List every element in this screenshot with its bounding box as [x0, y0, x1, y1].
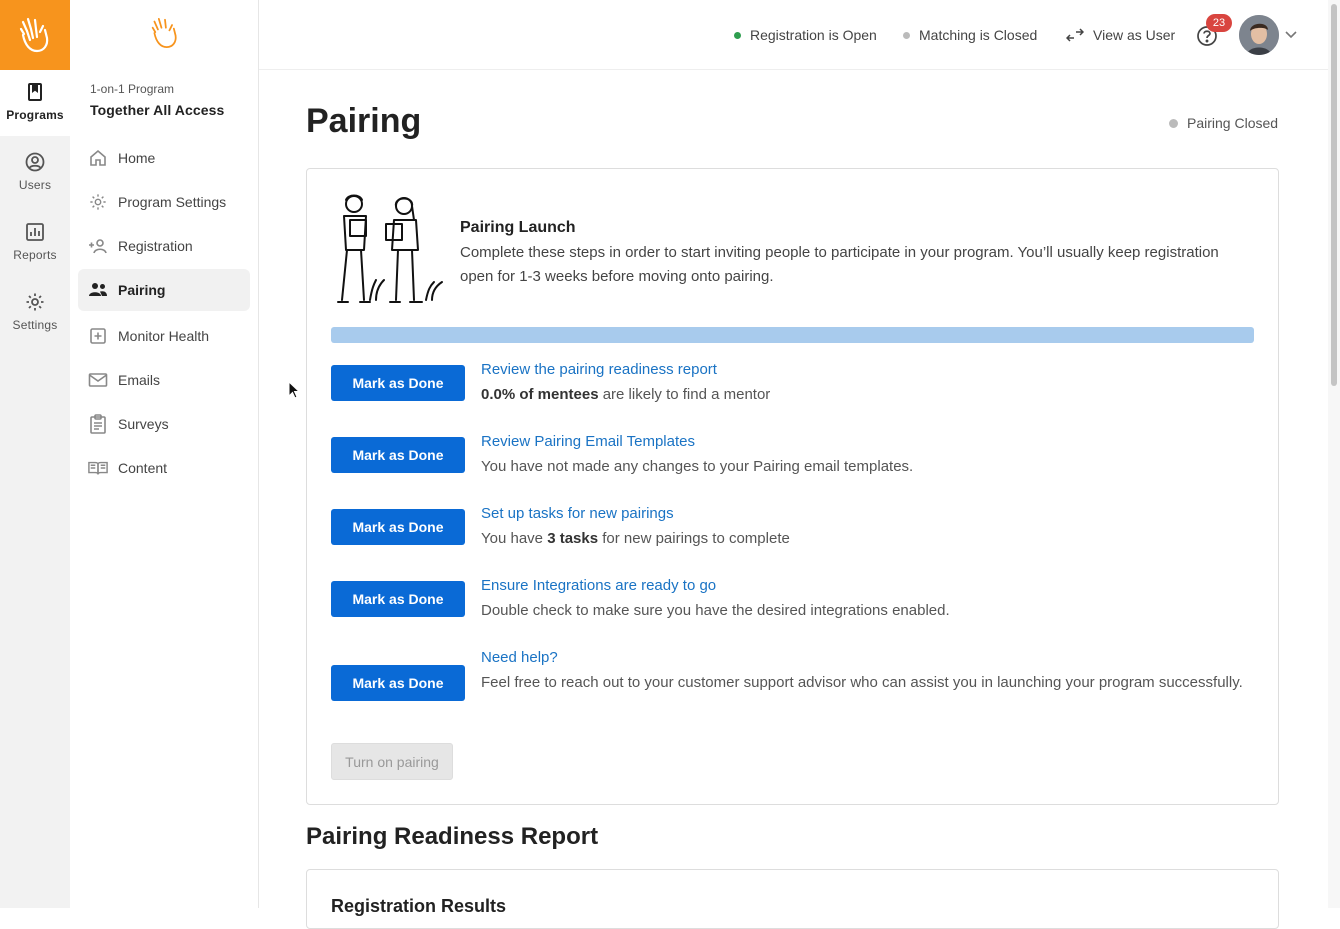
mark-as-done-button[interactable]: Mark as Done — [331, 365, 465, 401]
rail-reports-label: Reports — [13, 248, 57, 262]
step-desc-rest: for new pairings to complete — [598, 530, 790, 547]
sidebar-item-label: Pairing — [118, 282, 166, 298]
rail-programs-label: Programs — [6, 108, 64, 122]
sidebar-item-label: Surveys — [118, 416, 169, 432]
clipboard-icon — [88, 414, 108, 434]
view-as-user-label: View as User — [1093, 27, 1176, 43]
app-logo[interactable] — [0, 0, 70, 70]
step-description: 0.0% of mentees are likely to find a men… — [481, 383, 1251, 407]
program-sidebar: 1-on-1 Program Together All Access Home … — [70, 0, 259, 908]
chevron-down-icon[interactable] — [1285, 30, 1297, 40]
plus-square-icon — [88, 326, 108, 346]
mouse-cursor-icon — [288, 381, 300, 399]
book-icon — [88, 458, 108, 478]
section-heading: Pairing Readiness Report — [306, 823, 599, 850]
sidebar-item-monitor-health[interactable]: Monitor Health — [78, 315, 250, 357]
sidebar-item-surveys[interactable]: Surveys — [78, 403, 250, 445]
registration-status-text: Registration is Open — [750, 27, 877, 43]
user-avatar-icon — [1239, 15, 1279, 55]
step-description: You have not made any changes to your Pa… — [481, 458, 914, 475]
add-user-icon — [88, 236, 108, 256]
bar-chart-icon — [26, 223, 44, 241]
program-name: Together All Access — [90, 102, 225, 118]
program-type: 1-on-1 Program — [90, 82, 175, 96]
sidebar-item-label: Home — [118, 150, 156, 166]
status-dot-closed — [1169, 118, 1178, 128]
waving-hand-icon — [151, 18, 177, 48]
mark-as-done-button[interactable]: Mark as Done — [331, 665, 465, 701]
turn-on-pairing-button[interactable]: Turn on pairing — [331, 743, 453, 780]
waving-hand-icon — [19, 17, 49, 53]
step-link-email-templates[interactable]: Review Pairing Email Templates — [481, 433, 695, 450]
progress-bar — [331, 327, 1254, 343]
status-dot-closed — [903, 31, 910, 39]
avatar[interactable] — [1239, 15, 1279, 55]
sidebar-item-content[interactable]: Content — [78, 447, 250, 489]
step-link-need-help[interactable]: Need help? — [481, 649, 558, 666]
app-rail: Programs Users Reports Settings — [0, 0, 70, 908]
swap-arrows-icon — [1066, 28, 1084, 42]
matching-status: Matching is Closed — [903, 27, 1037, 43]
sidebar-item-emails[interactable]: Emails — [78, 359, 250, 401]
pairing-status-text: Pairing Closed — [1187, 115, 1279, 131]
card-title: Registration Results — [331, 896, 507, 916]
sidebar-item-home[interactable]: Home — [78, 137, 250, 179]
step-desc-bold: 3 tasks — [547, 530, 599, 547]
gear-icon — [26, 293, 44, 311]
sidebar-item-registration[interactable]: Registration — [78, 225, 250, 267]
step-link-tasks[interactable]: Set up tasks for new pairings — [481, 505, 674, 522]
matching-status-text: Matching is Closed — [919, 27, 1038, 43]
home-icon — [88, 148, 108, 168]
rail-users-label: Users — [18, 178, 52, 192]
sidebar-item-program-settings[interactable]: Program Settings — [78, 181, 250, 223]
step-link-readiness-report[interactable]: Review the pairing readiness report — [481, 361, 717, 378]
envelope-icon — [88, 370, 108, 390]
step-description: Double check to make sure you have the d… — [481, 602, 950, 619]
step-link-integrations[interactable]: Ensure Integrations are ready to go — [481, 577, 716, 594]
sidebar-item-label: Registration — [118, 238, 193, 254]
status-dot-open — [734, 31, 741, 39]
registration-status: Registration is Open — [734, 27, 877, 43]
page-title: Pairing — [306, 102, 422, 140]
sidebar-item-label: Program Settings — [118, 194, 227, 210]
gear-icon — [88, 192, 108, 212]
pairing-status: Pairing Closed — [1169, 115, 1278, 131]
sidebar-item-label: Monitor Health — [118, 328, 210, 344]
step-desc-rest: are likely to find a mentor — [598, 386, 771, 403]
rail-reports[interactable]: Reports — [0, 210, 70, 276]
bookmark-icon — [28, 83, 42, 101]
illustration-people-icon — [337, 194, 443, 303]
rail-users[interactable]: Users — [0, 140, 70, 206]
mark-as-done-button[interactable]: Mark as Done — [331, 581, 465, 617]
launch-title: Pairing Launch — [460, 219, 576, 236]
people-icon — [88, 280, 108, 300]
user-circle-icon — [25, 152, 45, 172]
sidebar-item-label: Emails — [118, 372, 161, 388]
mark-as-done-button[interactable]: Mark as Done — [331, 437, 465, 473]
step-desc-pre: You have — [481, 530, 548, 547]
rail-settings[interactable]: Settings — [0, 280, 70, 346]
rail-settings-label: Settings — [12, 318, 58, 332]
launch-description: Complete these steps in order to start i… — [460, 244, 1219, 285]
sidebar-item-pairing[interactable]: Pairing — [78, 269, 250, 311]
step-description: Feel free to reach out to your customer … — [481, 674, 1243, 691]
mark-as-done-button[interactable]: Mark as Done — [331, 509, 465, 545]
scrollbar-thumb[interactable] — [1331, 4, 1337, 386]
notification-badge: 23 — [1206, 14, 1232, 32]
step-description: You have 3 tasks for new pairings to com… — [481, 527, 1251, 551]
step-desc-bold: 0.0% of mentees — [481, 386, 599, 403]
view-as-user-button[interactable]: View as User — [1066, 27, 1175, 43]
sidebar-item-label: Content — [118, 460, 168, 476]
rail-programs[interactable]: Programs — [0, 70, 70, 136]
